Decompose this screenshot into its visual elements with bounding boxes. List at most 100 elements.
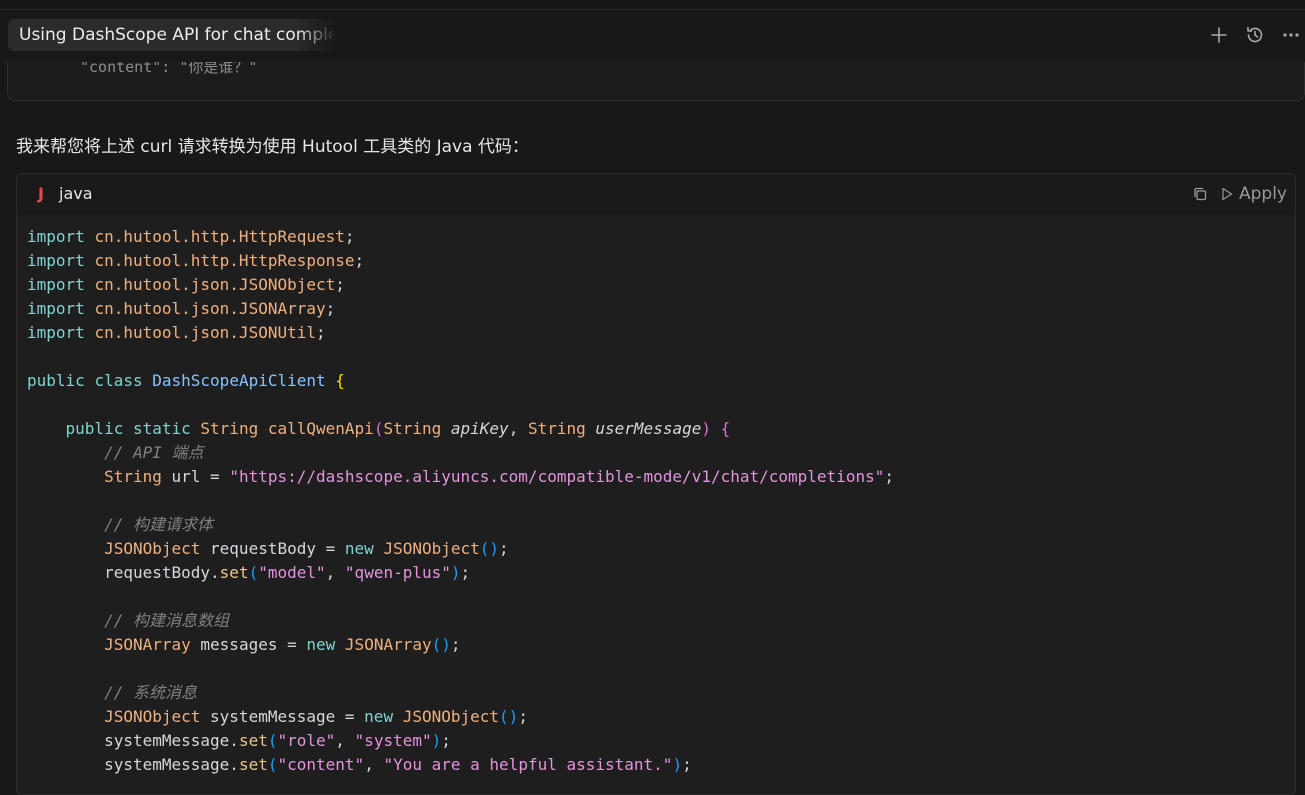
code-token: new — [344, 539, 374, 558]
code-token: ( — [373, 419, 384, 438]
code-token: cn.hutool.json.JSONArray — [94, 299, 326, 318]
code-token: DashScopeApiClient — [152, 371, 326, 390]
code-token: import — [27, 275, 85, 294]
code-line: JSONObject systemMessage = new JSONObjec… — [27, 705, 894, 729]
code-token: requestBody — [210, 539, 316, 558]
apply-button[interactable]: Apply — [1221, 183, 1287, 205]
code-token: JSONObject — [104, 539, 201, 558]
code-token: JSONArray — [344, 635, 432, 654]
code-token: JSONObject — [402, 707, 500, 726]
code-token: String — [104, 467, 162, 486]
code-token: url — [171, 467, 201, 486]
code-token: () — [499, 707, 519, 726]
code-token: "content" — [277, 755, 365, 774]
code-block-header: J java Apply — [17, 174, 1295, 215]
code-token: cn.hutool.http.HttpRequest — [94, 227, 345, 246]
code-token: ; — [450, 635, 461, 654]
code-token: requestBody — [104, 563, 211, 582]
code-line: String url = "https://dashscope.aliyuncs… — [27, 465, 894, 489]
code-token: . — [229, 731, 239, 750]
code-token: ; — [335, 275, 345, 294]
code-token: ; — [682, 755, 692, 774]
code-token: ; — [884, 467, 894, 486]
code-token: cn.hutool.json.JSONObject — [94, 275, 336, 294]
code-token: JSONArray — [104, 635, 191, 654]
code-line: public class DashScopeApiClient { — [27, 369, 894, 393]
code-line: systemMessage.set("role", "system"); — [27, 729, 894, 753]
code-line: // 构建请求体 — [27, 513, 894, 537]
code-token: class — [94, 371, 143, 390]
code-token: ; — [316, 323, 326, 342]
code-line: // 构建消息数组 — [27, 609, 894, 633]
history-icon[interactable] — [1244, 24, 1266, 46]
code-language-label: java — [59, 184, 93, 203]
code-token: set — [238, 755, 268, 774]
code-line: import cn.hutool.json.JSONUtil; — [27, 321, 894, 345]
code-line: JSONArray messages = new JSONArray(); — [27, 633, 894, 657]
code-token: apiKey — [450, 419, 509, 438]
code-token: set — [219, 563, 249, 582]
code-content[interactable]: import cn.hutool.http.HttpRequest; import… — [27, 225, 894, 777]
code-token: static — [132, 419, 191, 438]
code-token: ; — [344, 227, 355, 246]
code-token: // 构建请求体 — [104, 515, 213, 534]
code-token: ) — [450, 563, 461, 582]
assistant-intro-text: 我来帮您将上述 curl 请求转换为使用 Hutool 工具类的 Java 代码… — [16, 137, 529, 157]
code-token: ; — [460, 563, 471, 582]
copy-icon[interactable] — [1192, 186, 1208, 202]
code-line: import cn.hutool.json.JSONArray; — [27, 297, 894, 321]
code-line: systemMessage.set("content", "You are a … — [27, 753, 894, 777]
code-token: String — [200, 419, 259, 438]
code-token: callQwenApi — [267, 419, 374, 438]
code-token: ) — [672, 755, 683, 774]
code-token: , — [508, 419, 528, 438]
code-line: import cn.hutool.http.HttpRequest; — [27, 225, 894, 249]
code-token: "https://dashscope.aliyuncs.com/compatib… — [229, 467, 885, 486]
code-token: ; — [499, 539, 509, 558]
code-token: systemMessage — [104, 731, 230, 750]
code-token: String — [383, 419, 442, 438]
code-token: = — [335, 707, 365, 726]
more-icon[interactable] — [1280, 24, 1302, 46]
chat-tab-title[interactable]: Using DashScope API for chat completions — [8, 19, 336, 51]
play-icon — [1222, 187, 1233, 201]
code-token: // API 端点 — [104, 443, 204, 462]
code-token: "qwen-plus" — [344, 563, 451, 582]
code-token: = — [200, 467, 230, 486]
code-token: { — [335, 371, 345, 390]
code-token: import — [27, 323, 85, 342]
code-line: requestBody.set("model", "qwen-plus"); — [27, 561, 894, 585]
plus-icon[interactable] — [1208, 24, 1230, 46]
code-token: . — [229, 755, 239, 774]
chat-tab-bar: Using DashScope API for chat completions — [0, 10, 1305, 62]
code-block: J java Apply import cn.hutool.http.HttpR… — [16, 173, 1296, 795]
code-token: = — [277, 635, 307, 654]
code-token: // 构建消息数组 — [104, 611, 229, 630]
code-token: new — [306, 635, 336, 654]
code-token: "You are a helpful assistant." — [383, 755, 673, 774]
